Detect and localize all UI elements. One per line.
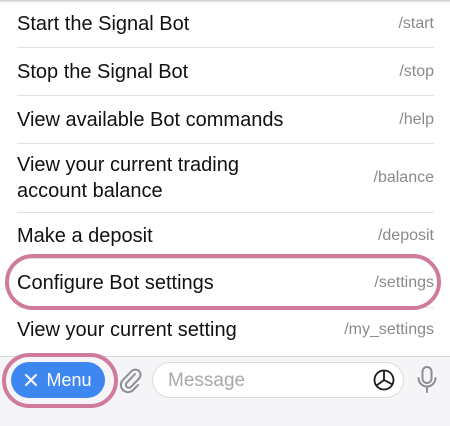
command-name: /help [399, 110, 434, 128]
command-row-stop[interactable]: Stop the Signal Bot /stop [17, 48, 434, 96]
description-line-2: account balance [17, 180, 163, 202]
command-row-my-settings[interactable]: View your current setting /my_settings [17, 308, 434, 352]
command-name: /stop [399, 62, 434, 80]
command-row-start[interactable]: Start the Signal Bot /start [17, 0, 434, 48]
menu-button[interactable]: Menu [11, 362, 105, 398]
sticker-icon[interactable] [372, 368, 396, 392]
command-description: View your current trading account balanc… [17, 152, 239, 204]
command-row-balance[interactable]: View your current trading account balanc… [17, 144, 434, 213]
description-line-1: View your current trading [17, 154, 239, 176]
command-name: /balance [373, 169, 435, 186]
message-field[interactable] [152, 362, 404, 398]
bot-commands-menu: Start the Signal Bot /start Stop the Sig… [0, 0, 450, 356]
command-name: /deposit [377, 226, 434, 244]
command-description: Stop the Signal Bot [17, 60, 189, 83]
command-description: Make a deposit [17, 224, 153, 247]
microphone-icon[interactable] [414, 365, 440, 395]
command-description: View available Bot commands [17, 108, 284, 131]
menu-button-label: Menu [46, 369, 92, 390]
command-name: /my_settings [344, 321, 434, 338]
close-icon [25, 374, 38, 386]
command-row-settings[interactable]: Configure Bot settings /settings [17, 259, 434, 308]
command-name: /settings [374, 274, 434, 291]
command-description: Configure Bot settings [17, 272, 214, 294]
command-description: Start the Signal Bot [17, 12, 190, 35]
command-description: View your current setting [17, 319, 237, 341]
message-input[interactable] [166, 368, 370, 394]
command-row-deposit[interactable]: Make a deposit /deposit [17, 213, 434, 259]
command-name: /start [398, 14, 434, 32]
paperclip-icon[interactable] [117, 366, 143, 394]
command-row-help[interactable]: View available Bot commands /help [17, 96, 434, 144]
